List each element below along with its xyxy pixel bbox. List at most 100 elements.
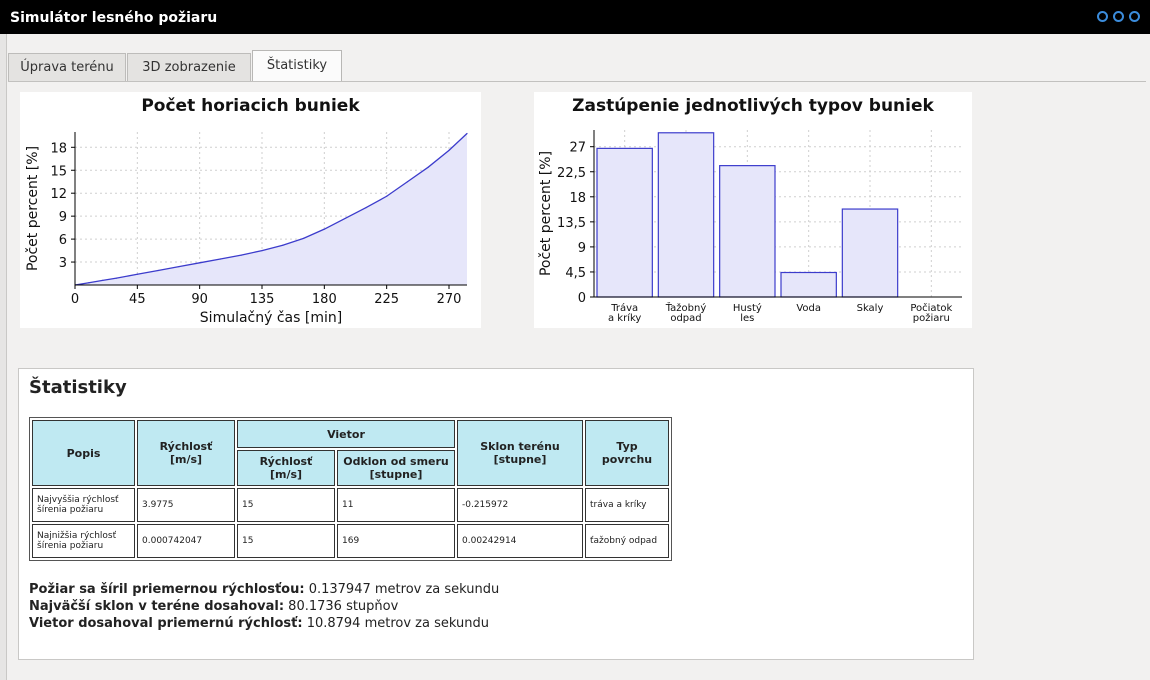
header-rychlost: Rýchlosť [m/s] xyxy=(137,420,235,486)
cell-odklon: 169 xyxy=(337,524,455,558)
data-point xyxy=(102,279,104,282)
data-point xyxy=(365,207,367,209)
burning-cells-chart: Počet horiacich buniek 3 6 9 12 15 18 0 45 90 135… xyxy=(20,92,481,328)
data-point xyxy=(240,254,242,256)
bar xyxy=(841,208,899,298)
window-edge xyxy=(0,34,7,680)
title-bar: Simulátor lesného požiaru xyxy=(0,0,1150,34)
summary-block: Požiar sa šíril priemernou rýchlosťou: 0… xyxy=(29,581,499,632)
summary-label: Vietor dosahoval priemernú rýchlosť: xyxy=(29,616,303,631)
y-tick-label: 12 xyxy=(50,187,67,202)
data-point xyxy=(427,166,429,168)
summary-line: Najväčší sklon v teréne dosahoval: 80.17… xyxy=(29,598,499,615)
category-label: Skaly xyxy=(857,303,884,314)
tab-panel-border xyxy=(8,81,1146,85)
header-sklon: Sklon terénu [stupne] xyxy=(457,420,583,486)
data-point xyxy=(302,237,305,239)
cell-rychlost: 3.9775 xyxy=(137,488,235,522)
cell-odklon: 11 xyxy=(337,488,455,522)
y-tick-label: 9 xyxy=(59,210,67,225)
statistics-panel: Štatistiky Popis Rýchlosť [m/s] Vietor S… xyxy=(18,368,974,660)
y-tick-label: 4,5 xyxy=(565,266,586,281)
data-point xyxy=(199,262,201,264)
category-label: odpad xyxy=(670,313,701,324)
cell-popis: Najvyššia rýchlosť šírenia požiaru xyxy=(32,488,135,522)
cell-vietor-rychlost: 15 xyxy=(237,488,335,522)
data-point xyxy=(115,277,118,279)
data-point xyxy=(157,269,159,272)
y-tick-label: 3 xyxy=(59,256,67,271)
tab-statistiky[interactable]: Štatistiky xyxy=(252,50,342,82)
y-tick-label: 27 xyxy=(569,141,586,156)
data-point xyxy=(178,266,180,268)
y-tick-label: 22,5 xyxy=(557,166,586,181)
data-point xyxy=(282,244,284,246)
y-tick-label: 18 xyxy=(569,191,586,206)
y-tick-label: 13,5 xyxy=(557,216,586,231)
y-axis-label: Počet percent [%] xyxy=(25,146,41,271)
summary-label: Najväčší sklon v teréne dosahoval: xyxy=(29,599,285,614)
summary-value: 0.137947 metrov za sekundu xyxy=(308,582,500,597)
bar-chart-plot: 04,5913,51822,527Trávaa kríkyŤažobnýodpa… xyxy=(538,130,962,324)
data-point xyxy=(261,249,263,252)
data-point xyxy=(448,149,450,151)
data-point xyxy=(466,132,468,135)
x-tick-label: 180 xyxy=(312,292,337,307)
data-point xyxy=(136,273,138,275)
summary-line: Vietor dosahoval priemernú rýchlosť: 10.… xyxy=(29,615,499,632)
cell-popis: Najnižšia rýchlosť šírenia požiaru xyxy=(32,524,135,558)
bar xyxy=(657,132,715,298)
cell-sklon: 0.00242914 xyxy=(457,524,583,558)
area-fill xyxy=(75,133,467,285)
maximize-button[interactable] xyxy=(1113,11,1124,22)
category-label: a kríky xyxy=(608,312,641,324)
header-povrch: Typ povrchu xyxy=(585,420,669,486)
header-odklon: Odklon od smeru [stupne] xyxy=(337,450,455,486)
summary-value: 80.1736 stupňov xyxy=(288,599,399,614)
line-chart-plot: 3691215180 45 90 135 180 225 270Simulačný čas … xyxy=(25,132,468,326)
data-point xyxy=(386,195,388,197)
header-vietor: Vietor xyxy=(237,420,455,448)
header-vietor-rychlost: Rýchlosť [m/s] xyxy=(237,450,335,486)
category-label: požiaru xyxy=(913,312,950,324)
y-tick-label: 0 xyxy=(578,291,586,306)
cell-vietor-rychlost: 15 xyxy=(237,524,335,558)
x-tick-label: 270 xyxy=(437,292,462,307)
data-point xyxy=(219,258,222,260)
y-tick-label: 18 xyxy=(50,141,67,156)
cell-rychlost: 0.000742047 xyxy=(137,524,235,558)
summary-line: Požiar sa šíril priemernou rýchlosťou: 0… xyxy=(29,581,499,598)
x-tick-label: 45 xyxy=(129,292,146,307)
header-popis: Popis xyxy=(32,420,135,486)
y-tick-label: 15 xyxy=(50,164,67,179)
data-point xyxy=(88,282,90,284)
minimize-button[interactable] xyxy=(1097,11,1108,22)
cell-povrch: ťažobný odpad xyxy=(585,524,669,558)
statistics-heading: Štatistiky xyxy=(29,377,127,398)
bar xyxy=(596,147,653,298)
table-row: Najnižšia rýchlosť šírenia požiaru 0.000… xyxy=(32,524,669,558)
summary-label: Požiar sa šíril priemernou rýchlosťou: xyxy=(29,582,305,597)
bar xyxy=(780,271,837,298)
data-point xyxy=(323,228,325,230)
category-label: les xyxy=(740,313,754,324)
x-tick-label: 225 xyxy=(374,292,399,307)
y-tick-label: 6 xyxy=(59,233,67,248)
y-tick-label: 9 xyxy=(578,241,586,256)
bar xyxy=(719,165,776,298)
tab-3d-zobrazenie[interactable]: 3D zobrazenie xyxy=(127,53,251,81)
cell-sklon: -0.215972 xyxy=(457,488,583,522)
close-button[interactable] xyxy=(1129,11,1140,22)
table-row: Najvyššia rýchlosť šírenia požiaru 3.977… xyxy=(32,488,669,522)
window-title: Simulátor lesného požiaru xyxy=(10,10,218,26)
data-point xyxy=(344,217,346,220)
tab-uprava-terenu[interactable]: Úprava terénu xyxy=(8,53,126,81)
x-axis-label: Simulačný čas [min] xyxy=(200,310,342,326)
x-tick-label: 135 xyxy=(250,292,275,307)
cell-types-chart: Zastúpenie jednotlivých typov buniek 0 4,… xyxy=(534,92,972,328)
data-point xyxy=(406,181,409,183)
summary-value: 10.8794 metrov za sekundu xyxy=(306,616,489,631)
cell-povrch: tráva a kríky xyxy=(585,488,669,522)
x-tick-label: 0 xyxy=(71,292,79,307)
x-tick-label: 90 xyxy=(191,292,208,307)
